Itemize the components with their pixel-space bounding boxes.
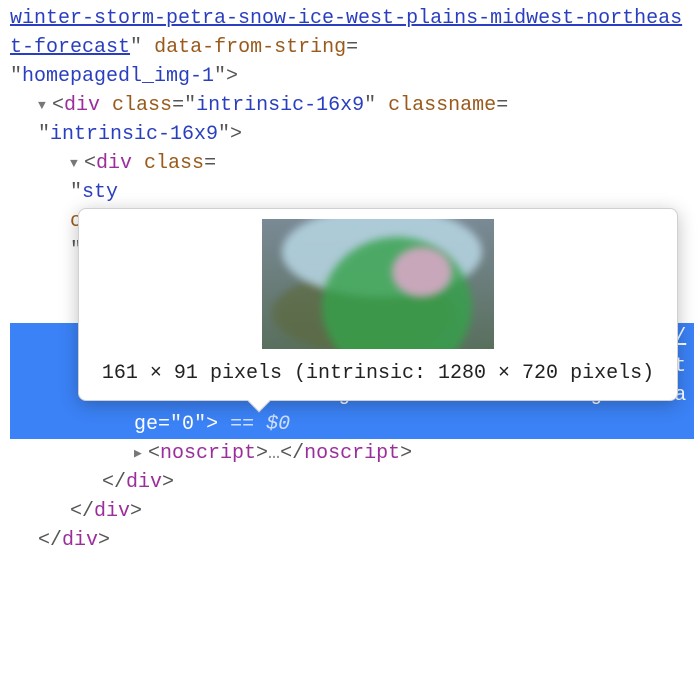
noscript-collapsed[interactable]: ▶<noscript>…</noscript>: [10, 439, 694, 468]
tooltip-thumbnail: [262, 219, 494, 349]
div-open-1[interactable]: ▼<div class="intrinsic-16x9" classname=: [10, 91, 694, 120]
div2-frag-a: "sty: [10, 178, 694, 207]
div-open-1-cont[interactable]: "intrinsic-16x9">: [10, 120, 694, 149]
disclosure-right-icon[interactable]: ▶: [134, 445, 148, 464]
attr-value-line[interactable]: "homepagedl_img-1">: [10, 62, 694, 91]
tooltip-dimensions: 161 × 91 pixels (intrinsic: 1280 × 720 p…: [93, 359, 663, 388]
dollar-zero-indicator: == $0: [230, 413, 290, 436]
close-div-2[interactable]: </div>: [10, 497, 694, 526]
disclosure-down-icon[interactable]: ▼: [38, 97, 52, 116]
attr-fragment-line[interactable]: winter-storm-petra-snow-ice-west-plains-…: [10, 4, 694, 62]
close-div-1[interactable]: </div>: [10, 526, 694, 555]
image-hover-tooltip: 161 × 91 pixels (intrinsic: 1280 × 720 p…: [78, 208, 678, 401]
close-div-3[interactable]: </div>: [10, 468, 694, 497]
disclosure-down-icon[interactable]: ▼: [70, 155, 84, 174]
div-open-2[interactable]: ▼<div class=: [10, 149, 694, 178]
